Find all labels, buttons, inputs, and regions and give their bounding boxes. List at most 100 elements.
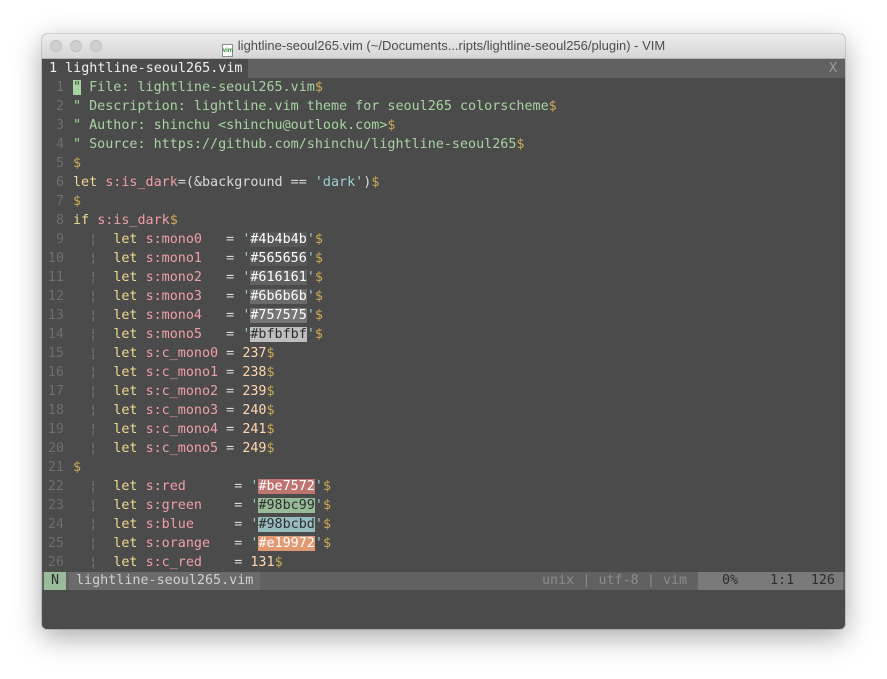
line-number: 21: [47, 460, 64, 475]
code-token: ': [306, 289, 315, 304]
line-number: 19: [47, 422, 64, 437]
code-line[interactable]: 17 ¦ let s:c_mono2 = 239$: [42, 382, 845, 401]
code-line[interactable]: 8 if s:is_dark$: [42, 211, 845, 230]
eol-marker: $: [314, 270, 323, 285]
code-token: =: [202, 327, 243, 342]
line-number: 18: [47, 403, 64, 418]
code-token: let: [113, 479, 146, 494]
code-line[interactable]: 10 ¦ let s:mono1 = '#565656'$: [42, 249, 845, 268]
eol-marker: $: [314, 289, 323, 304]
code-line[interactable]: 22 ¦ let s:red = '#be7572'$: [42, 477, 845, 496]
indent-guide: ¦: [73, 327, 114, 342]
code-token: ': [314, 479, 323, 494]
code-line[interactable]: 3 " Author: shinchu <shinchu@outlook.com>…: [42, 116, 845, 135]
line-number: 8: [55, 213, 64, 228]
code-line[interactable]: 18 ¦ let s:c_mono3 = 240$: [42, 401, 845, 420]
code-line[interactable]: 14 ¦ let s:mono5 = '#bfbfbf'$: [42, 325, 845, 344]
code-token: 241: [242, 422, 267, 437]
mode-indicator: N: [44, 572, 66, 590]
code-line[interactable]: 24 ¦ let s:blue = '#98bcbd'$: [42, 515, 845, 534]
line-number: 22: [47, 479, 64, 494]
code-token: #565656: [250, 251, 307, 266]
code-line[interactable]: 13 ¦ let s:mono4 = '#757575'$: [42, 306, 845, 325]
eol-marker: $: [266, 384, 275, 399]
code-token: let: [113, 327, 146, 342]
code-line[interactable]: 6 let s:is_dark=(&background == 'dark')$: [42, 173, 845, 192]
line-number: 14: [47, 327, 64, 342]
code-token: 239: [242, 384, 267, 399]
code-line[interactable]: 1 " File: lightline-seoul265.vim$: [42, 78, 845, 97]
line-number: 1: [55, 80, 64, 95]
eol-marker: $: [169, 213, 178, 228]
code-line[interactable]: 7 $: [42, 192, 845, 211]
eol-marker: $: [266, 422, 275, 437]
code-token: ': [306, 251, 315, 266]
eol-marker: $: [322, 479, 331, 494]
code-token: " Author: shinchu <shinchu@outlook.com>: [73, 118, 388, 133]
code-line[interactable]: 9 ¦ let s:mono0 = '#4b4b4b'$: [42, 230, 845, 249]
line-number: 16: [47, 365, 64, 380]
code-token: 'dark': [314, 175, 364, 190]
code-token: s:c_mono0: [145, 346, 219, 361]
code-token: =: [218, 365, 243, 380]
eol-marker: $: [266, 403, 275, 418]
code-token: =: [202, 289, 243, 304]
code-line[interactable]: 26 ¦ let s:c_red = 131$: [42, 553, 845, 572]
code-token: let: [113, 498, 146, 513]
line-number: 9: [55, 232, 64, 247]
code-token: ': [306, 270, 315, 285]
eol-marker: $: [322, 517, 331, 532]
code-line[interactable]: 4 " Source: https://github.com/shinchu/li…: [42, 135, 845, 154]
code-token: File: lightline-seoul265.vim: [81, 80, 315, 95]
code-token: ': [306, 232, 315, 247]
code-line[interactable]: 21 $: [42, 458, 845, 477]
code-token: =: [185, 479, 251, 494]
code-token: let: [113, 232, 146, 247]
code-line[interactable]: 11 ¦ let s:mono2 = '#616161'$: [42, 268, 845, 287]
code-line[interactable]: 20 ¦ let s:c_mono5 = 249$: [42, 439, 845, 458]
indent-guide: ¦: [73, 403, 114, 418]
code-token: let: [113, 384, 146, 399]
line-number: 26: [47, 555, 64, 570]
status-percent: 0%: [722, 573, 739, 588]
editor-buffer[interactable]: 1 " File: lightline-seoul265.vim$ 2 " Descr…: [42, 78, 845, 572]
line-number: 6: [55, 175, 64, 190]
code-token: #757575: [250, 308, 307, 323]
code-line[interactable]: 25 ¦ let s:orange = '#e19972'$: [42, 534, 845, 553]
line-number: 17: [47, 384, 64, 399]
code-token: let: [113, 346, 146, 361]
code-line[interactable]: 23 ¦ let s:green = '#98bc99'$: [42, 496, 845, 515]
code-line[interactable]: 15 ¦ let s:c_mono0 = 237$: [42, 344, 845, 363]
code-line[interactable]: 19 ¦ let s:c_mono4 = 241$: [42, 420, 845, 439]
line-number: 7: [55, 194, 64, 209]
indent-guide: ¦: [73, 232, 114, 247]
status-separator: |: [646, 573, 655, 588]
statusline: N lightline-seoul265.vim unix | utf-8 | …: [42, 572, 845, 590]
line-number: 23: [47, 498, 64, 513]
code-line[interactable]: 5 $: [42, 154, 845, 173]
eol-marker: $: [548, 99, 557, 114]
code-line[interactable]: 2 " Description: lightline.vim theme for …: [42, 97, 845, 116]
code-token: s:c_mono2: [145, 384, 219, 399]
code-line[interactable]: 16 ¦ let s:c_mono1 = 238$: [42, 363, 845, 382]
command-line[interactable]: [42, 590, 845, 629]
line-number: 15: [47, 346, 64, 361]
code-line[interactable]: 12 ¦ let s:mono3 = '#6b6b6b'$: [42, 287, 845, 306]
eol-marker: $: [266, 346, 275, 361]
line-number: 10: [47, 251, 64, 266]
code-token: =: [193, 517, 251, 532]
eol-marker: $: [314, 232, 323, 247]
code-token: =: [218, 346, 243, 361]
title-bar: vim lightline-seoul265.vim (~/Documents..…: [42, 34, 845, 59]
code-token: #4b4b4b: [250, 232, 307, 247]
indent-guide: ¦: [73, 289, 114, 304]
vim-window: vim lightline-seoul265.vim (~/Documents..…: [42, 34, 845, 629]
eol-marker: $: [516, 137, 525, 152]
tab-active[interactable]: 1 lightline-seoul265.vim: [42, 59, 249, 78]
code-token: =: [202, 232, 243, 247]
indent-guide: ¦: [73, 384, 114, 399]
tab-close-button[interactable]: X: [821, 59, 845, 78]
code-token: =: [202, 270, 243, 285]
eol-marker: $: [73, 194, 82, 209]
code-token: s:mono4: [145, 308, 202, 323]
